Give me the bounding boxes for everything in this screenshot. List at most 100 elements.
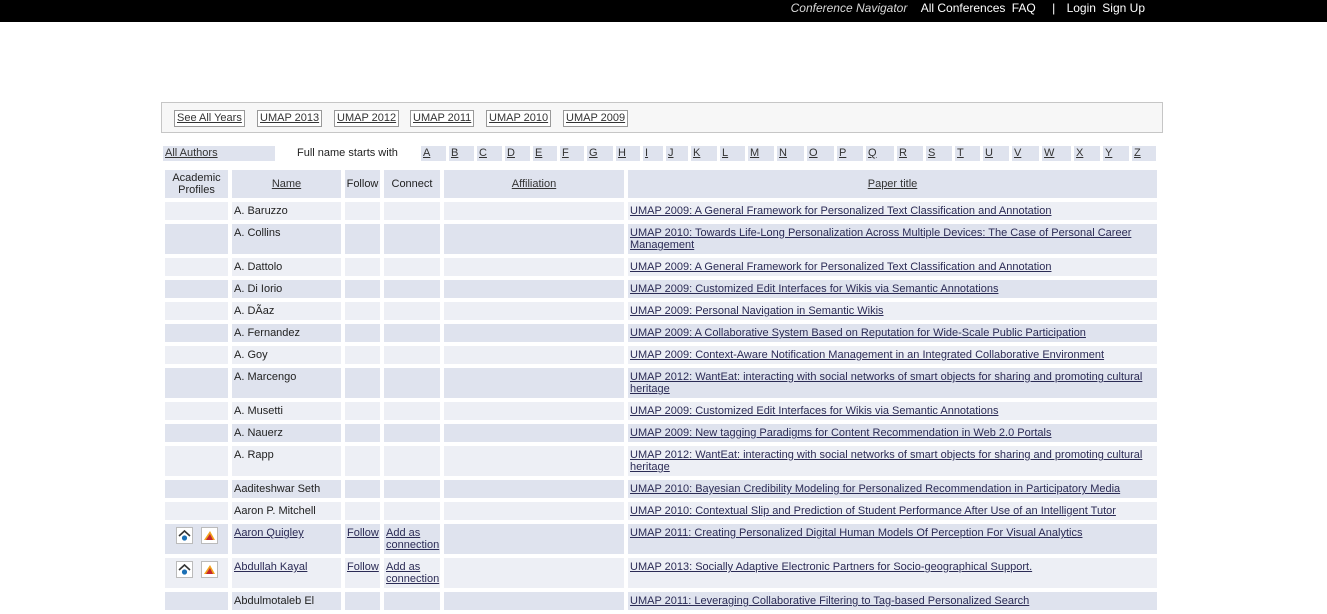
letter-link-n[interactable]: N [777,146,804,161]
letter-link-g[interactable]: G [587,146,613,161]
login-link[interactable]: Login [1067,1,1096,15]
author-name-cell: Aaditeshwar Seth [232,480,341,498]
paper-title-link[interactable]: UMAP 2010: Contextual Slip and Predictio… [630,505,1116,517]
letter-link-h[interactable]: H [616,146,640,161]
paper-title-link[interactable]: UMAP 2009: Context-Aware Notification Ma… [630,349,1104,361]
follow-link[interactable]: Follow [347,527,379,539]
add-connection-link[interactable]: Add as connection [386,527,439,551]
mendeley-icon[interactable] [200,561,218,578]
paper-title-link[interactable]: UMAP 2009: Customized Edit Interfaces fo… [630,283,998,295]
faq-link[interactable]: FAQ [1012,1,1036,15]
paper-title-link[interactable]: UMAP 2009: Customized Edit Interfaces fo… [630,405,998,417]
affiliation-cell [444,324,624,342]
letter-link-w[interactable]: W [1042,146,1071,161]
author-name: A. Musetti [234,405,283,417]
add-connection-link[interactable]: Add as connection [386,561,439,585]
follow-link[interactable]: Follow [347,561,379,573]
author-name: A. Collins [234,227,281,239]
add-connection-line1[interactable]: Add as [386,527,420,539]
paper-title-link[interactable]: UMAP 2009: A General Framework for Perso… [630,261,1052,273]
google-scholar-icon[interactable] [175,527,193,544]
umap-2013-button[interactable]: UMAP 2013 [257,110,323,127]
connect-cell: Add as connection [384,558,440,588]
all-conferences-link[interactable]: All Conferences [921,1,1006,15]
author-name[interactable]: Abdullah Kayal [234,561,307,573]
author-name[interactable]: Aaron Quigley [234,527,304,539]
site-brand[interactable]: Conference Navigator [791,1,908,15]
table-row: A. Marcengo UMAP 2012: WantEat: interacti… [165,368,1157,398]
all-authors-link[interactable]: All Authors [163,146,275,161]
connect-cell [384,402,440,420]
letter-link-x[interactable]: X [1074,146,1100,161]
paper-title-link[interactable]: UMAP 2013: Socially Adaptive Electronic … [630,561,1032,573]
paper-title-cell: UMAP 2010: Contextual Slip and Predictio… [628,502,1157,520]
letter-link-s[interactable]: S [926,146,952,161]
letter-link-j[interactable]: J [666,146,688,161]
table-row: Abdullah Kayal Follow Add as connection UMAP… [165,558,1157,588]
table-row: A. Baruzzo UMAP 2009: A General Framework… [165,202,1157,220]
add-connection-line1[interactable]: Add as [386,561,420,573]
signup-link[interactable]: Sign Up [1102,1,1145,15]
umap-2012-button[interactable]: UMAP 2012 [334,110,400,127]
paper-title-link[interactable]: UMAP 2009: A Collaborative System Based … [630,327,1086,339]
google-scholar-icon[interactable] [175,561,193,578]
connect-cell [384,446,440,476]
umap-2011-button[interactable]: UMAP 2011 [410,110,475,127]
umap-2009-button[interactable]: UMAP 2009 [563,110,629,127]
letter-link-y[interactable]: Y [1103,146,1129,161]
letter-link-i[interactable]: I [643,146,663,161]
letter-link-z[interactable]: Z [1132,146,1156,161]
letter-link-c[interactable]: C [477,146,502,161]
header-paper-title[interactable]: Paper title [628,170,1157,198]
table-row: A. Collins UMAP 2010: Towards Life-Long P… [165,224,1157,254]
paper-title-link[interactable]: UMAP 2009: Personal Navigation in Semant… [630,305,884,317]
letter-link-p[interactable]: P [837,146,863,161]
paper-title-link[interactable]: UMAP 2011: Creating Personalized Digital… [630,527,1082,539]
letter-link-b[interactable]: B [449,146,474,161]
paper-title-link[interactable]: UMAP 2011: Leveraging Collaborative Filt… [630,595,1029,607]
letter-link-k[interactable]: K [691,146,717,161]
paper-title-link[interactable]: UMAP 2009: A General Framework for Perso… [630,205,1052,217]
academic-profiles-cell [165,346,228,364]
author-name-cell: A. Di Iorio [232,280,341,298]
header-name[interactable]: Name [232,170,341,198]
paper-title-cell: UMAP 2009: Customized Edit Interfaces fo… [628,402,1157,420]
header-affiliation-label[interactable]: Affiliation [512,178,556,190]
affiliation-cell [444,524,624,554]
letter-link-r[interactable]: R [897,146,923,161]
author-name: A. Baruzzo [234,205,288,217]
header-paper-label[interactable]: Paper title [868,178,918,190]
author-name-cell: A. Rapp [232,446,341,476]
paper-title-link[interactable]: UMAP 2012: WantEat: interacting with soc… [630,371,1142,395]
paper-title-link[interactable]: UMAP 2012: WantEat: interacting with soc… [630,449,1142,473]
header-affiliation[interactable]: Affiliation [444,170,624,198]
umap-2010-button[interactable]: UMAP 2010 [486,110,552,127]
letter-link-t[interactable]: T [955,146,980,161]
letter-link-f[interactable]: F [560,146,584,161]
header-name-label[interactable]: Name [272,178,301,190]
paper-title-link[interactable]: UMAP 2010: Bayesian Credibility Modeling… [630,483,1120,495]
see-all-years-button[interactable]: See All Years [174,110,245,127]
letter-link-d[interactable]: D [505,146,530,161]
affiliation-cell [444,592,624,610]
academic-profiles-cell [165,402,228,420]
letter-link-q[interactable]: Q [866,146,894,161]
year-filter-box: See All Years UMAP 2013 UMAP 2012 UMAP 2… [161,102,1163,133]
letter-link-v[interactable]: V [1012,146,1039,161]
academic-profiles-cell [165,368,228,398]
letter-link-m[interactable]: M [748,146,774,161]
affiliation-cell [444,558,624,588]
paper-title-link[interactable]: UMAP 2009: New tagging Paradigms for Con… [630,427,1051,439]
add-connection-line2[interactable]: connection [386,573,439,585]
academic-profiles-cell [165,280,228,298]
add-connection-line2[interactable]: connection [386,539,439,551]
letter-link-e[interactable]: E [533,146,557,161]
full-name-label: Full name starts with [297,147,398,159]
letter-link-a[interactable]: A [421,146,446,161]
letter-link-o[interactable]: O [807,146,834,161]
letter-link-u[interactable]: U [983,146,1009,161]
table-row: A. Dattolo UMAP 2009: A General Framework… [165,258,1157,276]
letter-link-l[interactable]: L [720,146,745,161]
mendeley-icon[interactable] [200,527,218,544]
paper-title-link[interactable]: UMAP 2010: Towards Life-Long Personaliza… [630,227,1131,251]
